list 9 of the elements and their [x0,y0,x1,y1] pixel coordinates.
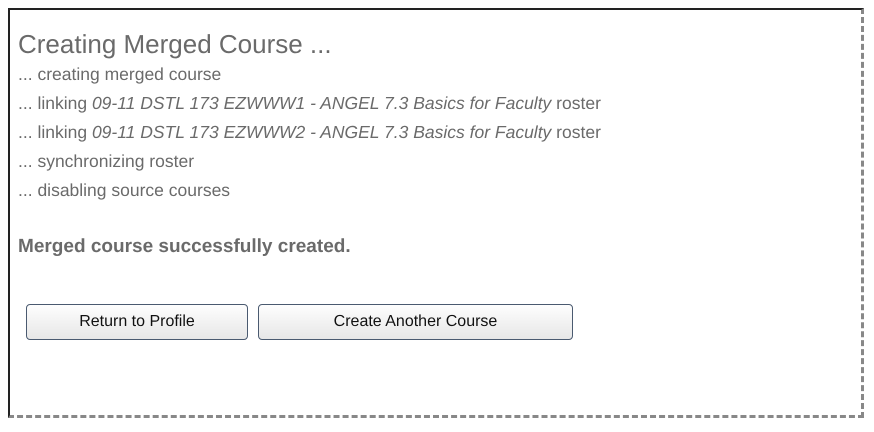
page-title: Creating Merged Course ... [18,28,333,60]
progress-line: ... creating merged course [18,63,222,86]
success-message: Merged course successfully created. [18,235,352,259]
action-button[interactable]: Return to Profile [26,304,248,340]
progress-line: ... linking 09-11 DSTL 173 EZWWW2 - ANGEL 7.3 Basics for Faculty roster [18,121,602,144]
progress-line: ... synchronizing roster [18,150,196,173]
progress-line: ... disabling source courses [18,179,232,202]
action-button[interactable]: Create Another Course [258,304,573,340]
progress-line: ... linking 09-11 DSTL 173 EZWWW1 - ANGEL 7.3 Basics for Faculty roster [18,92,602,115]
